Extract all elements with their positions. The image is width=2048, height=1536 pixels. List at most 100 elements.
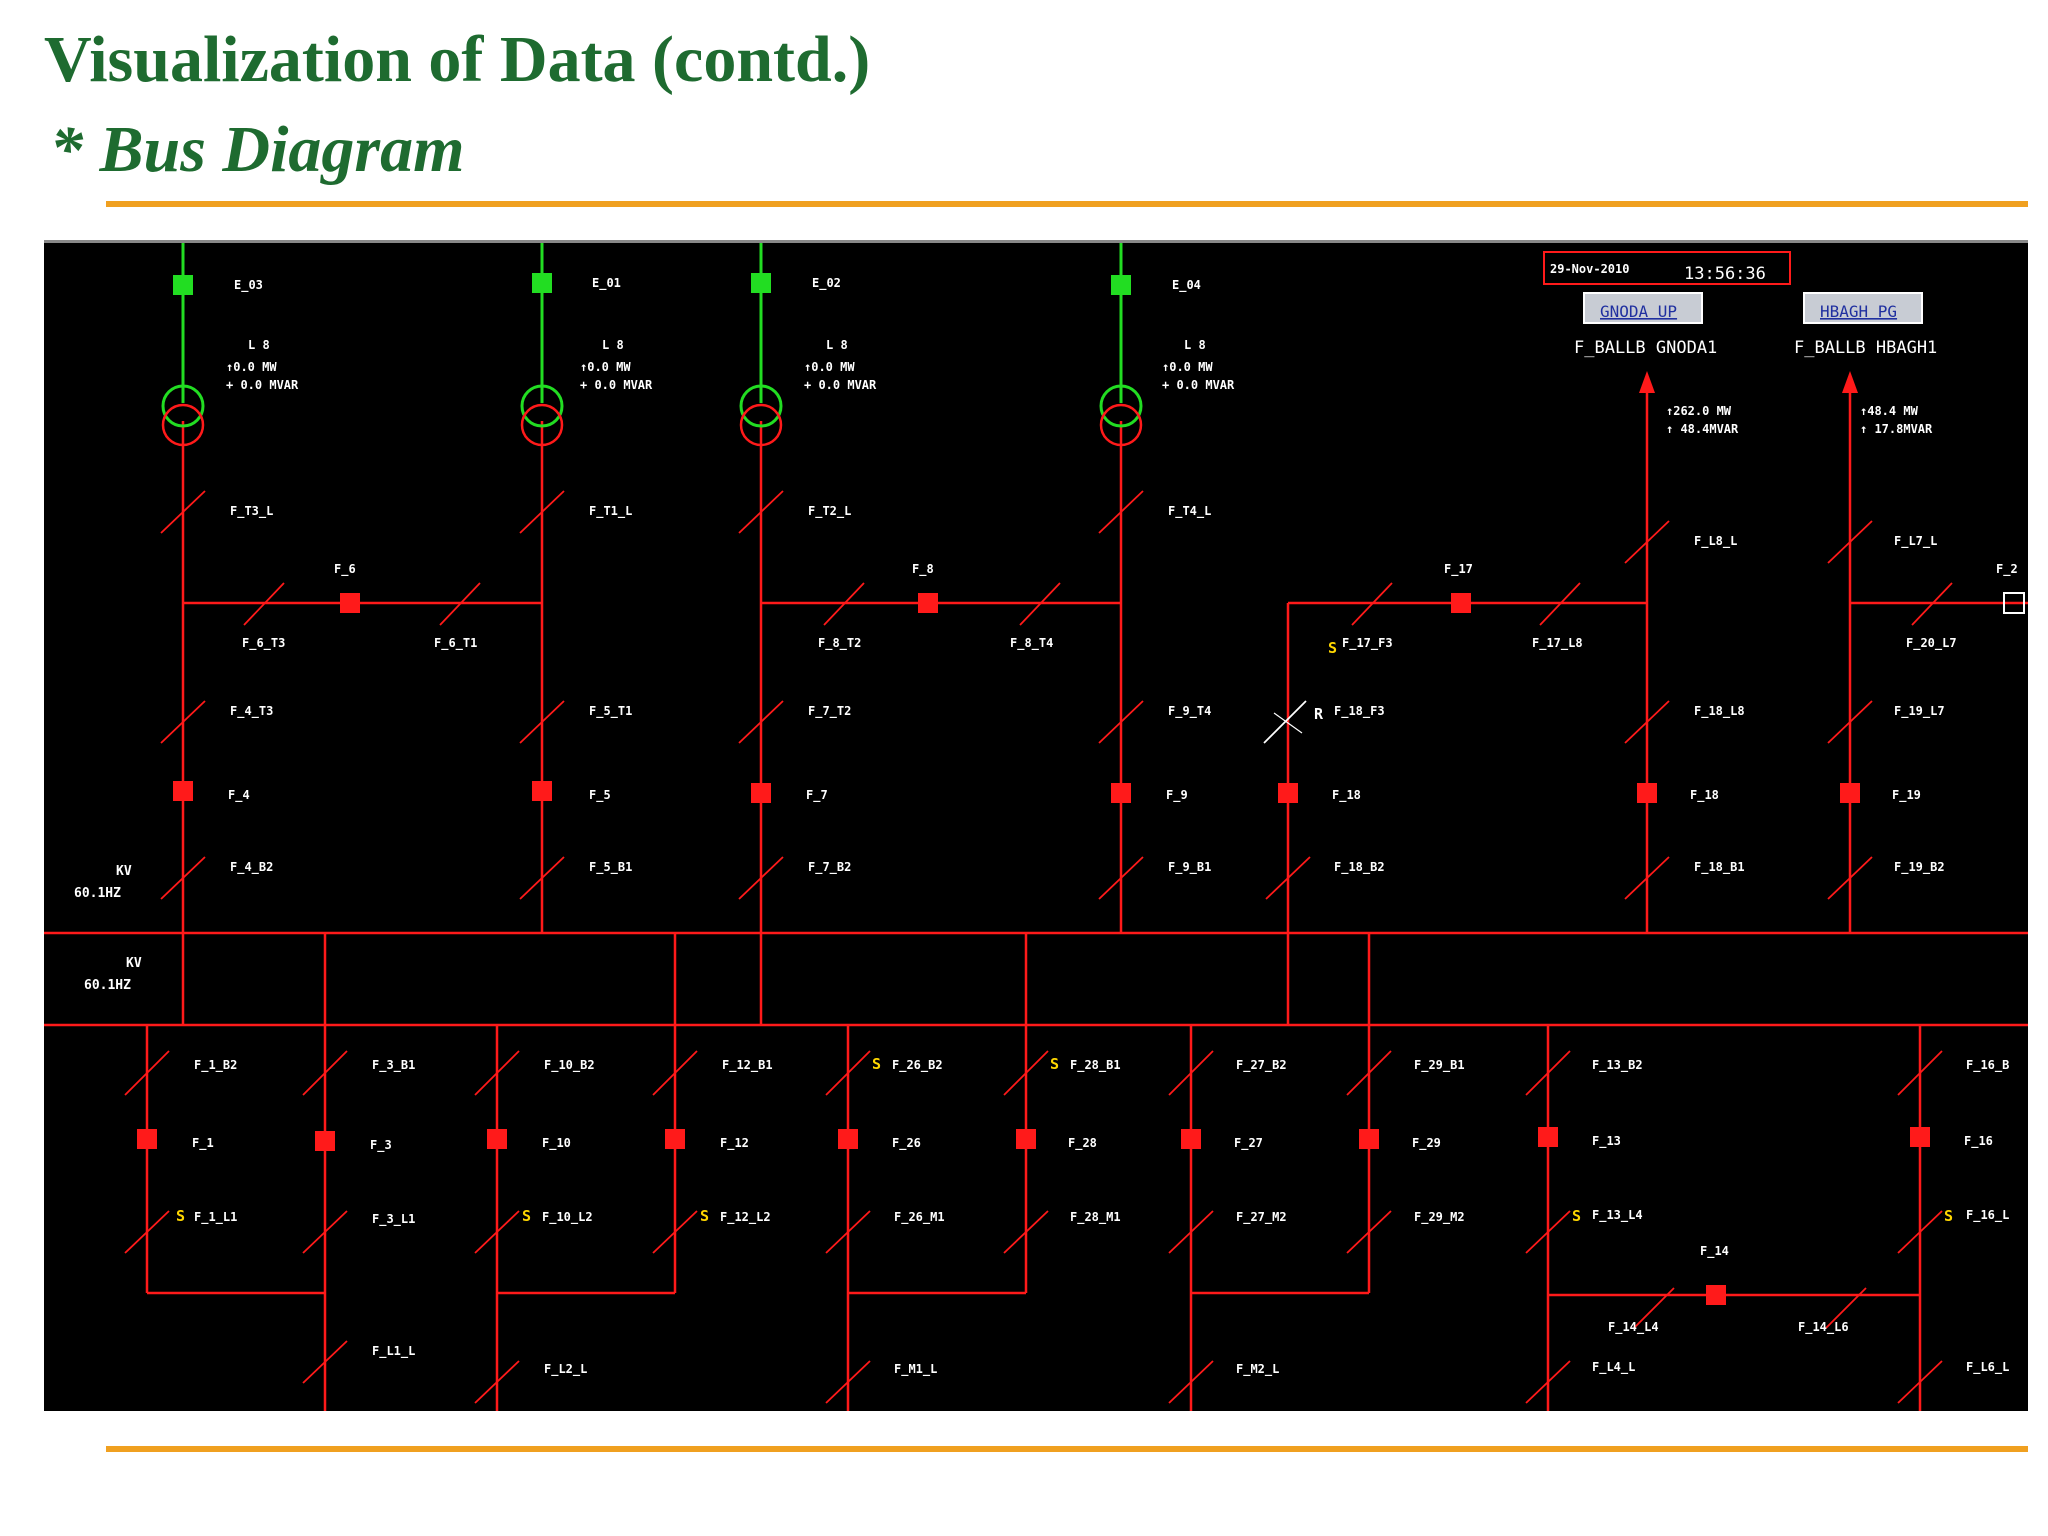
feeder-label: F_29_M2 — [1414, 1210, 1465, 1225]
feeder-label: F_10_B2 — [544, 1058, 595, 1073]
feeder-label: F_28 — [1068, 1136, 1097, 1151]
breaker-icon[interactable] — [1840, 783, 1860, 803]
feeder-label: F_28_B1 — [1070, 1058, 1121, 1073]
feeder-label: F_10_L2 — [542, 1210, 593, 1225]
breaker-icon[interactable] — [1111, 783, 1131, 803]
feeder-label: F_18_B1 — [1694, 860, 1745, 875]
feeder-label: F_26_M1 — [894, 1210, 945, 1225]
disconnectors — [124, 490, 1953, 1404]
source-mvar: + 0.0 MVAR — [804, 378, 877, 392]
hbagh-button-label: HBAGH PG — [1820, 302, 1897, 321]
feeder-label: F_7 — [806, 788, 828, 803]
source-l: L 8 — [602, 338, 624, 352]
feeder-label: F_3_L1 — [372, 1212, 415, 1227]
feeder-label: F_4 — [228, 788, 250, 803]
feeder-label: F_M1_L — [894, 1362, 937, 1377]
feeder-label: F_T2_L — [808, 504, 851, 519]
date-text: 29-Nov-2010 — [1550, 262, 1629, 276]
feeder-label: F_L6_L — [1966, 1360, 2009, 1375]
feeder-label: F_18_B2 — [1334, 860, 1385, 875]
source-name: E_02 — [812, 276, 841, 291]
hz-label: 60.1HZ — [84, 978, 131, 993]
breaker-icon[interactable] — [918, 593, 938, 613]
breaker-icon[interactable] — [137, 1129, 157, 1149]
breaker-closed-icon[interactable] — [173, 275, 193, 295]
source-mw: ↑0.0 MW — [580, 360, 631, 374]
feeder-label: F_T3_L — [230, 504, 273, 519]
feeder-label: F_17_F3 — [1342, 636, 1393, 651]
breaker-icon[interactable] — [1278, 783, 1298, 803]
feeder-label: F_5 — [589, 788, 611, 803]
feeder-label: F_L2_L — [544, 1362, 587, 1377]
feeder-label: F_9 — [1166, 788, 1188, 803]
s-marker: S — [1944, 1207, 1953, 1225]
breaker-icon[interactable] — [1910, 1127, 1930, 1147]
s-marker: S — [1050, 1055, 1059, 1073]
breaker-icon[interactable] — [1451, 593, 1471, 613]
feeder-label: F_16_L — [1966, 1208, 2009, 1223]
feeder-label: F_13_B2 — [1592, 1058, 1643, 1073]
open-disconnector — [1263, 700, 1307, 744]
arrow-up-icon — [1639, 371, 1655, 393]
s-marker: S — [1572, 1207, 1581, 1225]
breaker-icon[interactable] — [315, 1131, 335, 1151]
breakers — [137, 593, 1930, 1305]
breaker-icon[interactable] — [1637, 783, 1657, 803]
feeder-label: F_26_B2 — [892, 1058, 943, 1073]
feeder-label: F_8_T4 — [1010, 636, 1053, 651]
s-marker: S — [872, 1055, 881, 1073]
feeder-label: F_4_B2 — [230, 860, 273, 875]
breaker-icon[interactable] — [1181, 1129, 1201, 1149]
transformers — [161, 243, 1143, 447]
source-mvar: + 0.0 MVAR — [226, 378, 299, 392]
gnoda-button[interactable]: GNODA UP — [1583, 292, 1703, 324]
source-mw: ↑0.0 MW — [1162, 360, 1213, 374]
feeder-label: F_18_L8 — [1694, 704, 1745, 719]
arrows — [1639, 371, 1858, 393]
feeder-label: F_20_L7 — [1906, 636, 1957, 651]
breaker-icon[interactable] — [665, 1129, 685, 1149]
source-mvar: + 0.0 MVAR — [1162, 378, 1235, 392]
feeder-label: F_19 — [1892, 788, 1921, 803]
feeder-label: F_29 — [1412, 1136, 1441, 1151]
breaker-icon[interactable] — [1359, 1129, 1379, 1149]
breaker-closed-icon[interactable] — [1111, 275, 1131, 295]
breaker-icon[interactable] — [340, 593, 360, 613]
feeder-label: F_7_B2 — [808, 860, 851, 875]
breaker-icon[interactable] — [532, 781, 552, 801]
bottom-divider — [106, 1446, 2028, 1452]
feeder-gnoda-label: F_BALLB GNODA1 — [1574, 338, 1717, 358]
feeder-label: F_3 — [370, 1138, 392, 1153]
feeder-label: F_19_B2 — [1894, 860, 1945, 875]
breaker-icon[interactable] — [1538, 1127, 1558, 1147]
feeder-label: F_14 — [1700, 1244, 1729, 1259]
feeder-label: F_5_B1 — [589, 860, 632, 875]
feeder-label: F_1 — [192, 1136, 214, 1151]
breaker-icon[interactable] — [751, 783, 771, 803]
feeder-label: F_2 — [1996, 562, 2018, 577]
feeder-label: F_14_L4 — [1608, 1320, 1659, 1335]
top-divider — [106, 201, 2028, 207]
source-l: L 8 — [1184, 338, 1206, 352]
breaker-closed-icon[interactable] — [751, 273, 771, 293]
feeder-label: F_12 — [720, 1136, 749, 1151]
breaker-icon[interactable] — [1706, 1285, 1726, 1305]
breaker-icon[interactable] — [173, 781, 193, 801]
breaker-closed-icon[interactable] — [532, 273, 552, 293]
s-marker: S — [1328, 639, 1337, 657]
breaker-icon[interactable] — [838, 1129, 858, 1149]
kv-label: KV — [116, 864, 132, 879]
hbagh-button[interactable]: HBAGH PG — [1803, 292, 1923, 324]
bus-diagram-panel: 29-Nov-2010 13:56:36 GNODA UP HBAGH PG F… — [44, 240, 2028, 1411]
feeder-label: F_29_B1 — [1414, 1058, 1465, 1073]
breaker-icon[interactable] — [487, 1129, 507, 1149]
s-marker: S — [176, 1207, 185, 1225]
source-name: E_01 — [592, 276, 621, 291]
breaker-icon[interactable] — [1016, 1129, 1036, 1149]
feeder-label: F_17_L8 — [1532, 636, 1583, 651]
feeder-label: F_7_T2 — [808, 704, 851, 719]
source-name: E_04 — [1172, 278, 1201, 293]
feeder-label: F_13 — [1592, 1134, 1621, 1149]
feeder-label: F_16_B — [1966, 1058, 2009, 1073]
feeder-label: F_1_B2 — [194, 1058, 237, 1073]
